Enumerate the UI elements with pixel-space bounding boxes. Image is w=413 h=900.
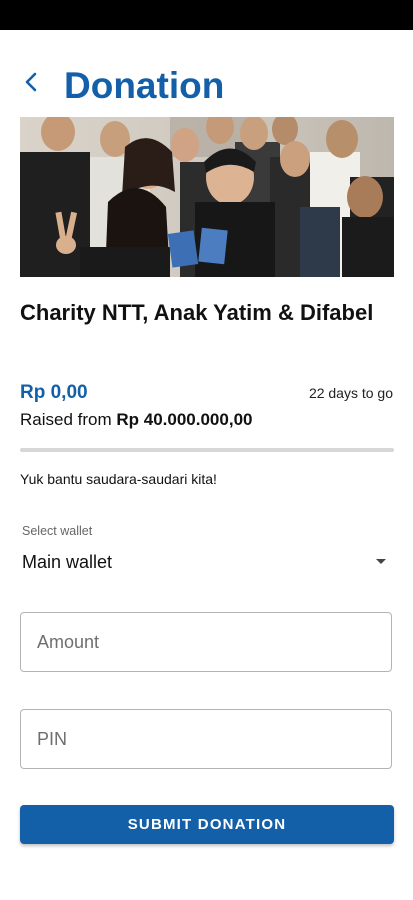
- status-bar: [0, 0, 413, 30]
- wallet-select[interactable]: Main wallet: [20, 545, 394, 579]
- wallet-select-label: Select wallet: [22, 524, 93, 538]
- submit-donation-button[interactable]: SUBMIT DONATION: [20, 805, 394, 844]
- dropdown-arrow-icon: [376, 559, 386, 564]
- back-button[interactable]: [20, 70, 44, 94]
- days-left-label: 22 days to go: [308, 385, 393, 401]
- app-header: Donation: [0, 58, 413, 114]
- campaign-title: Charity NTT, Anak Yatim & Difabel: [20, 300, 374, 325]
- pin-field[interactable]: [20, 709, 392, 769]
- amount-input[interactable]: [21, 613, 367, 671]
- raised-from-text: Raised from Rp 40.000.000,00: [20, 410, 252, 430]
- amount-field[interactable]: [20, 612, 392, 672]
- target-amount: Rp 40.000.000,00: [116, 410, 253, 429]
- campaign-description: Yuk bantu saudara-saudari kita!: [20, 471, 217, 487]
- raised-amount: Rp 0,00: [20, 382, 88, 403]
- raised-from-label: Raised from: [20, 410, 117, 429]
- wallet-selected-value: Main wallet: [22, 552, 113, 572]
- page-title: Donation: [64, 65, 225, 106]
- pin-input[interactable]: [21, 710, 367, 768]
- campaign-image: [20, 117, 394, 277]
- progress-bar: [20, 448, 394, 452]
- chevron-left-icon: [25, 72, 37, 92]
